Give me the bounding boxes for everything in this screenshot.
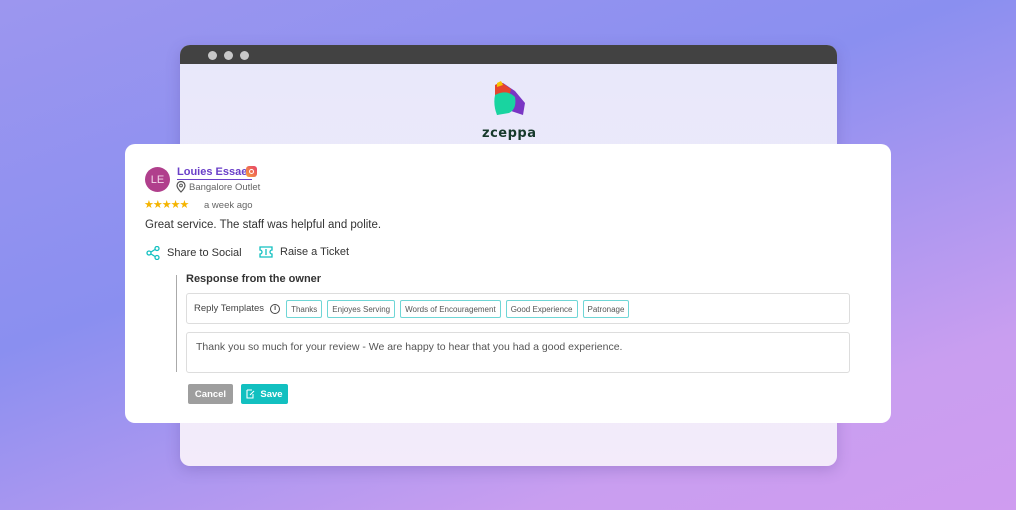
star-rating: ★★★★★ bbox=[144, 199, 189, 211]
response-heading: Response from the owner bbox=[186, 273, 322, 285]
browser-title-bar bbox=[180, 45, 837, 64]
template-chip[interactable]: Good Experience bbox=[505, 299, 578, 318]
logo-mark-icon bbox=[494, 81, 525, 115]
location-pin-icon bbox=[176, 181, 186, 193]
review-time: a week ago bbox=[204, 200, 253, 211]
review-card: LE Louies Essaer Bangalore Outlet ★★★★★ … bbox=[125, 144, 891, 423]
share-to-social-button[interactable]: Share to Social bbox=[146, 246, 242, 260]
ticket-label: Raise a Ticket bbox=[280, 246, 350, 258]
window-dot bbox=[208, 51, 217, 60]
template-chip[interactable]: Thanks bbox=[286, 299, 323, 318]
ticket-icon bbox=[259, 246, 273, 258]
response-divider bbox=[176, 275, 177, 372]
instagram-icon bbox=[246, 166, 257, 177]
location-label: Bangalore Outlet bbox=[189, 182, 261, 193]
share-icon bbox=[146, 246, 160, 260]
avatar: LE bbox=[145, 167, 170, 192]
template-chip[interactable]: Enjoyes Serving bbox=[327, 299, 396, 318]
reply-templates-label: Reply Templates bbox=[194, 303, 265, 314]
raise-ticket-button[interactable]: Raise a Ticket bbox=[259, 246, 349, 258]
reply-templates-bar: Reply Templates i Thanks Enjoyes Serving… bbox=[186, 293, 850, 324]
window-dot bbox=[224, 51, 233, 60]
info-icon[interactable]: i bbox=[270, 303, 281, 314]
zceppa-logo: zceppa bbox=[482, 81, 536, 141]
template-chip[interactable]: Patronage bbox=[582, 299, 630, 318]
cancel-label: Cancel bbox=[194, 388, 227, 400]
save-label: Save bbox=[260, 388, 283, 400]
review-text: Great service. The staff was helpful and… bbox=[145, 219, 382, 231]
share-label: Share to Social bbox=[167, 247, 242, 259]
reviewer-name-link[interactable]: Louies Essaer bbox=[177, 166, 252, 180]
logo-text: zceppa bbox=[482, 126, 537, 141]
cancel-button[interactable]: Cancel bbox=[188, 384, 233, 404]
edit-icon bbox=[246, 389, 255, 399]
save-button[interactable]: Save bbox=[241, 384, 288, 404]
reply-textarea[interactable]: Thank you so much for your review - We a… bbox=[186, 332, 850, 373]
window-dot bbox=[240, 51, 249, 60]
template-chip[interactable]: Words of Encouragement bbox=[400, 299, 501, 318]
